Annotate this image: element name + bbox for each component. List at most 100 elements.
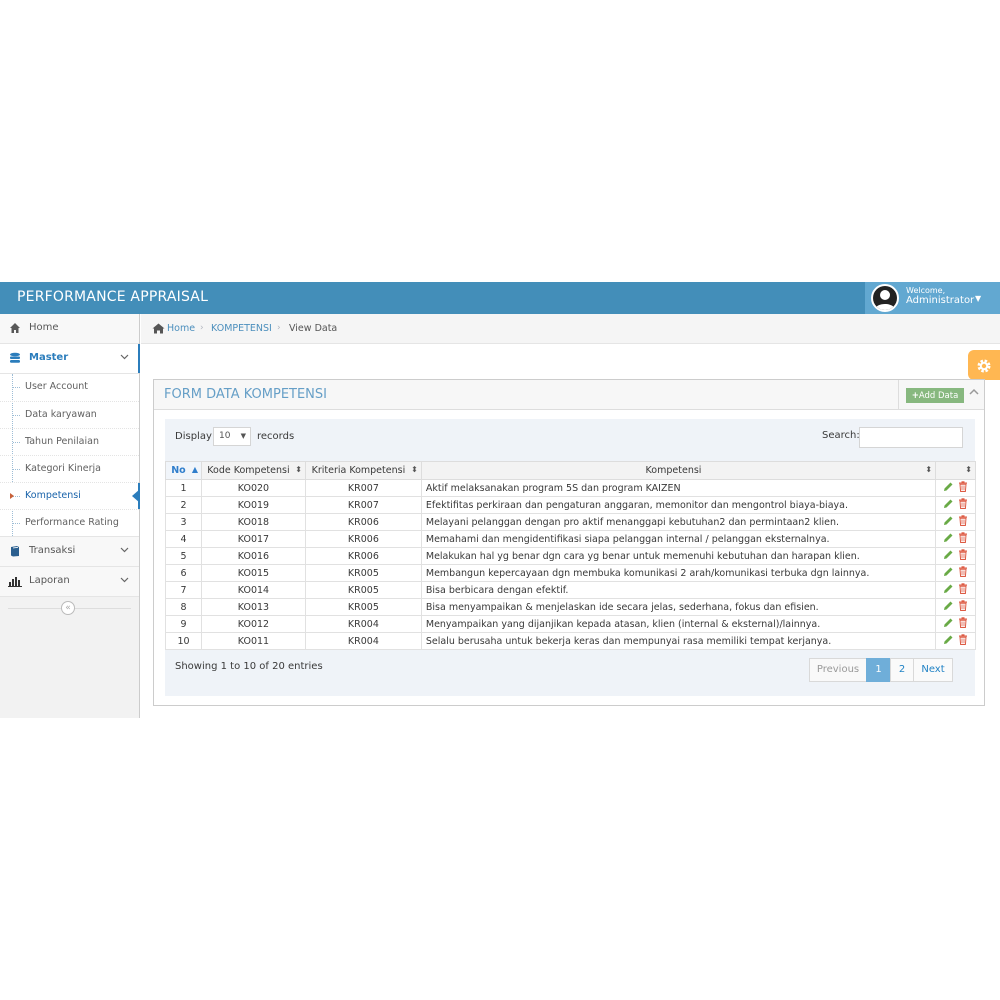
sidebar-item-label: Home xyxy=(29,322,59,333)
table-row: 7 KO014 KR005 Bisa berbicara dengan efektif… xyxy=(165,581,976,599)
kompetensi-widget: FORM DATA KOMPETENSI +Add Data Display 1… xyxy=(153,379,985,706)
sidebar-item-tahun-penilaian[interactable]: Tahun Penilaian xyxy=(0,428,139,455)
cell-actions xyxy=(935,513,976,531)
pagination-page-1[interactable]: 1 xyxy=(866,658,891,682)
trash-icon[interactable] xyxy=(956,549,970,563)
pencil-icon[interactable] xyxy=(942,617,956,631)
add-data-button[interactable]: +Add Data xyxy=(906,388,964,403)
table-row: 1 KO020 KR007 Aktif melaksanakan program 5S… xyxy=(165,479,976,497)
sidebar-item-transaksi[interactable]: Transaksi xyxy=(0,537,139,567)
sidebar-item-laporan[interactable]: Laporan xyxy=(0,567,139,597)
trash-icon[interactable] xyxy=(956,515,970,529)
table-header-row: No ▲ Kode Kompetensi ⬍ Kriteria Kompetensi… xyxy=(165,461,976,480)
user-menu[interactable]: Welcome, Administrator ▼ xyxy=(865,282,1000,314)
sidebar-item-kategori-kinerja[interactable]: Kategori Kinerja xyxy=(0,455,139,482)
pagination-page-2[interactable]: 2 xyxy=(890,658,914,682)
column-header-no[interactable]: No ▲ xyxy=(165,461,202,480)
cell-kriteria-kompetensi: KR007 xyxy=(304,479,422,497)
sidebar-item-master[interactable]: Master xyxy=(0,344,140,374)
cell-no: 8 xyxy=(165,598,202,616)
cell-kode-kompetensi: KO018 xyxy=(200,513,306,531)
cell-kriteria-kompetensi: KR005 xyxy=(304,581,422,599)
breadcrumb-home[interactable]: Home xyxy=(167,323,195,334)
cell-kompetensi: Melakukan hal yg benar dgn cara yg benar… xyxy=(420,547,937,565)
cell-kode-kompetensi: KO011 xyxy=(200,632,306,650)
table-body: 1 KO020 KR007 Aktif melaksanakan program 5S… xyxy=(165,479,976,650)
trash-icon[interactable] xyxy=(956,498,970,512)
sidebar-item-label: User Account xyxy=(25,381,89,392)
cell-actions xyxy=(935,496,976,514)
pencil-icon[interactable] xyxy=(942,583,956,597)
chevron-up-icon[interactable] xyxy=(969,387,979,400)
pencil-icon[interactable] xyxy=(942,549,956,563)
breadcrumb-separator-icon: › xyxy=(277,323,281,333)
trash-icon[interactable] xyxy=(956,634,970,648)
active-arrow-icon xyxy=(132,489,140,503)
pagination-previous[interactable]: Previous xyxy=(809,658,867,682)
pencil-icon[interactable] xyxy=(942,566,956,580)
home-icon xyxy=(8,322,22,336)
cell-actions xyxy=(935,598,976,616)
pencil-icon[interactable] xyxy=(942,600,956,614)
welcome-greeting: Welcome, xyxy=(906,286,946,295)
sort-icon: ⬍ xyxy=(965,465,972,474)
sidebar-item-home[interactable]: Home xyxy=(0,314,139,344)
sidebar-item-data-karyawan[interactable]: Data karyawan xyxy=(0,401,139,428)
sidebar-item-user-account[interactable]: User Account xyxy=(0,374,139,401)
pencil-icon[interactable] xyxy=(942,634,956,648)
column-header-label: No xyxy=(171,465,186,476)
pencil-icon[interactable] xyxy=(942,532,956,546)
cell-no: 1 xyxy=(165,479,202,497)
pagination-next[interactable]: Next xyxy=(913,658,953,682)
chevron-down-icon xyxy=(120,352,129,364)
widget-header: FORM DATA KOMPETENSI +Add Data xyxy=(154,380,984,410)
sidebar-item-label: Kompetensi xyxy=(25,490,81,501)
column-header-kompetensi[interactable]: Kompetensi ⬍ xyxy=(420,461,937,480)
column-header-actions[interactable]: ⬍ xyxy=(935,461,976,480)
caret-down-icon: ▼ xyxy=(975,294,982,303)
cell-no: 7 xyxy=(165,581,202,599)
master-submenu: User Account Data karyawan Tahun Penilai… xyxy=(0,374,140,537)
cell-actions xyxy=(935,615,976,633)
breadcrumb-section[interactable]: KOMPETENSI xyxy=(211,323,272,334)
cell-actions xyxy=(935,581,976,599)
sidebar-item-label: Laporan xyxy=(29,575,70,586)
cell-no: 4 xyxy=(165,530,202,548)
trash-icon[interactable] xyxy=(956,583,970,597)
column-header-kode-kompetensi[interactable]: Kode Kompetensi ⬍ xyxy=(200,461,306,480)
app-title[interactable]: PERFORMANCE APPRAISAL xyxy=(17,289,208,305)
column-header-kriteria-kompetensi[interactable]: Kriteria Kompetensi ⬍ xyxy=(304,461,422,480)
column-header-label: Kode Kompetensi xyxy=(207,465,290,476)
pencil-icon[interactable] xyxy=(942,481,956,495)
table-row: 6 KO015 KR005 Membangun kepercayaan dgn mem… xyxy=(165,564,976,582)
table-row: 4 KO017 KR006 Memahami dan mengidentifikasi… xyxy=(165,530,976,548)
sidebar-item-kompetensi[interactable]: Kompetensi xyxy=(0,482,140,509)
caret-down-icon: ▼ xyxy=(240,432,246,440)
double-chevron-left-icon[interactable]: « xyxy=(61,601,75,615)
sidebar-item-performance-rating[interactable]: Performance Rating xyxy=(0,509,139,536)
sidebar-item-label: Master xyxy=(29,352,69,363)
pencil-icon[interactable] xyxy=(942,515,956,529)
search-label: Search: xyxy=(822,430,860,441)
cell-kode-kompetensi: KO016 xyxy=(200,547,306,565)
search-input[interactable] xyxy=(859,427,963,448)
avatar xyxy=(871,284,899,312)
trash-icon[interactable] xyxy=(956,566,970,580)
settings-button[interactable] xyxy=(968,350,1000,380)
trash-icon[interactable] xyxy=(956,532,970,546)
cell-kode-kompetensi: KO020 xyxy=(200,479,306,497)
page-size-select[interactable]: 10 ▼ xyxy=(213,427,251,446)
sort-icon: ⬍ xyxy=(411,465,418,474)
pagination: Previous 1 2 Next xyxy=(809,658,953,682)
gear-icon xyxy=(976,355,992,374)
trash-icon[interactable] xyxy=(956,617,970,631)
database-icon xyxy=(8,352,22,366)
pencil-icon[interactable] xyxy=(942,498,956,512)
cell-kriteria-kompetensi: KR004 xyxy=(304,632,422,650)
kompetensi-table: No ▲ Kode Kompetensi ⬍ Kriteria Kompetensi… xyxy=(165,461,976,650)
cell-kompetensi: Menyampaikan yang dijanjikan kepada atas… xyxy=(420,615,937,633)
trash-icon[interactable] xyxy=(956,481,970,495)
records-label: records xyxy=(257,431,295,442)
cell-actions xyxy=(935,632,976,650)
trash-icon[interactable] xyxy=(956,600,970,614)
